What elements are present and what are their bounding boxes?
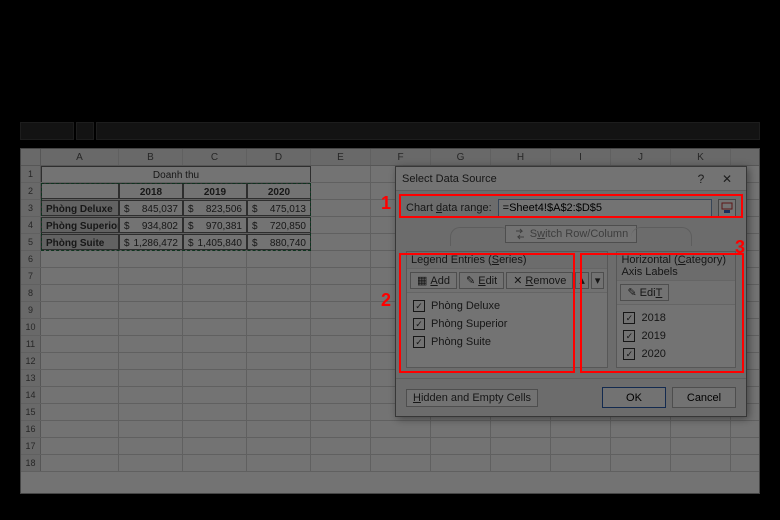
collapse-dialog-icon[interactable] bbox=[718, 199, 736, 217]
table-cell[interactable]: 2019 bbox=[183, 183, 247, 199]
chart-data-range-input[interactable] bbox=[498, 199, 712, 217]
col-header[interactable]: C bbox=[183, 149, 247, 165]
add-icon: ▦ bbox=[417, 274, 427, 287]
chart-data-range-label: Chart data range: bbox=[406, 202, 492, 214]
table-cell[interactable]: $720,850 bbox=[247, 217, 311, 233]
checkbox-icon[interactable] bbox=[623, 348, 635, 360]
legend-entries-title: Legend Entries (Series) bbox=[407, 252, 607, 269]
ok-button[interactable]: OK bbox=[602, 387, 666, 408]
checkbox-icon[interactable] bbox=[623, 330, 635, 342]
axis-labels-title: Horizontal (Category) Axis Labels bbox=[617, 252, 735, 281]
col-header[interactable]: A bbox=[41, 149, 119, 165]
series-item[interactable]: Phòng Superior bbox=[413, 315, 601, 333]
row-header[interactable]: 2 bbox=[21, 183, 41, 199]
table-cell[interactable]: $845,037 bbox=[119, 200, 183, 216]
table-cell[interactable]: 2020 bbox=[247, 183, 311, 199]
column-headers: A B C D E F G H I J K bbox=[21, 149, 759, 166]
table-cell[interactable]: $880,740 bbox=[247, 234, 311, 250]
table-row-label[interactable]: Phòng Suite bbox=[41, 234, 119, 250]
close-icon[interactable]: ✕ bbox=[714, 167, 740, 191]
switch-icon bbox=[514, 228, 526, 240]
remove-icon: ✕ bbox=[513, 274, 522, 287]
col-header[interactable]: B bbox=[119, 149, 183, 165]
table-cell[interactable]: $934,802 bbox=[119, 217, 183, 233]
category-item[interactable]: 2019 bbox=[623, 327, 729, 345]
formula-input[interactable] bbox=[96, 122, 760, 140]
move-up-button[interactable]: ▴ bbox=[575, 272, 589, 289]
axis-labels-pane: Horizontal (Category) Axis Labels ✎EdiT … bbox=[616, 251, 736, 368]
select-data-source-dialog: Select Data Source ? ✕ Chart data range:… bbox=[395, 166, 747, 417]
checkbox-icon[interactable] bbox=[413, 336, 425, 348]
table-cell[interactable]: $1,286,472 bbox=[119, 234, 183, 250]
hidden-empty-cells-button[interactable]: Hidden and Empty Cells bbox=[406, 389, 538, 407]
table-cell[interactable]: $970,381 bbox=[183, 217, 247, 233]
category-item[interactable]: 2020 bbox=[623, 345, 729, 363]
remove-series-button[interactable]: ✕Remove bbox=[506, 272, 573, 289]
row-header[interactable]: 3 bbox=[21, 200, 41, 216]
category-item[interactable]: 2018 bbox=[623, 309, 729, 327]
edit-series-button[interactable]: ✎Edit bbox=[459, 272, 504, 289]
add-series-button[interactable]: ▦Add bbox=[410, 272, 457, 289]
table-row-label[interactable]: Phòng Superior bbox=[41, 217, 119, 233]
checkbox-icon[interactable] bbox=[413, 318, 425, 330]
fx-button[interactable] bbox=[76, 122, 94, 140]
row-header[interactable]: 5 bbox=[21, 234, 41, 250]
col-header[interactable]: F bbox=[371, 149, 431, 165]
table-cell[interactable]: $823,506 bbox=[183, 200, 247, 216]
formula-bar bbox=[20, 122, 760, 140]
switch-row-column-button[interactable]: Switch Row/Column bbox=[505, 225, 637, 243]
row-header[interactable]: 4 bbox=[21, 217, 41, 233]
col-header[interactable]: D bbox=[247, 149, 311, 165]
col-header[interactable]: K bbox=[671, 149, 731, 165]
table-title[interactable]: Doanh thu bbox=[41, 166, 311, 182]
table-cell[interactable]: $1,405,840 bbox=[183, 234, 247, 250]
edit-icon: ✎ bbox=[627, 286, 636, 299]
col-header[interactable]: G bbox=[431, 149, 491, 165]
series-item[interactable]: Phòng Suite bbox=[413, 333, 601, 351]
table-cell[interactable]: $475,013 bbox=[247, 200, 311, 216]
edit-axis-button[interactable]: ✎EdiT bbox=[620, 284, 669, 301]
help-icon[interactable]: ? bbox=[688, 167, 714, 191]
col-header[interactable]: E bbox=[311, 149, 371, 165]
legend-entries-pane: Legend Entries (Series) ▦Add ✎Edit ✕Remo… bbox=[406, 251, 608, 368]
checkbox-icon[interactable] bbox=[413, 300, 425, 312]
name-box[interactable] bbox=[20, 122, 74, 140]
table-cell[interactable]: 2018 bbox=[119, 183, 183, 199]
cancel-button[interactable]: Cancel bbox=[672, 387, 736, 408]
series-item[interactable]: Phòng Deluxe bbox=[413, 297, 601, 315]
edit-icon: ✎ bbox=[466, 274, 475, 287]
col-header[interactable]: J bbox=[611, 149, 671, 165]
dialog-title: Select Data Source bbox=[402, 173, 688, 185]
col-header[interactable]: H bbox=[491, 149, 551, 165]
move-down-button[interactable]: ▾ bbox=[591, 272, 605, 289]
col-header[interactable]: I bbox=[551, 149, 611, 165]
table-cell[interactable] bbox=[41, 183, 119, 199]
row-header[interactable]: 1 bbox=[21, 166, 41, 182]
table-row-label[interactable]: Phòng Deluxe bbox=[41, 200, 119, 216]
checkbox-icon[interactable] bbox=[623, 312, 635, 324]
dialog-titlebar[interactable]: Select Data Source ? ✕ bbox=[396, 167, 746, 191]
